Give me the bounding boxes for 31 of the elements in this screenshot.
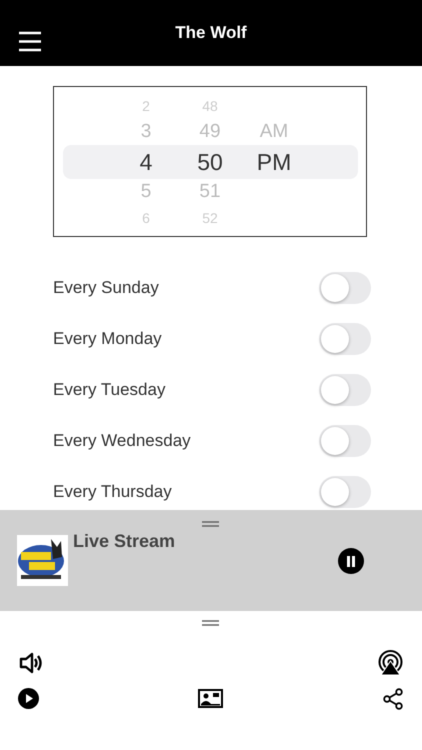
picker-value[interactable]: 51: [199, 177, 221, 207]
picker-value[interactable]: 3: [140, 117, 152, 147]
pause-button[interactable]: [338, 548, 364, 574]
mini-player[interactable]: Live Stream: [0, 510, 422, 611]
picker-value[interactable]: PM: [256, 147, 292, 177]
drag-handle-icon[interactable]: [202, 620, 219, 626]
share-icon[interactable]: [383, 688, 403, 710]
airplay-icon[interactable]: [377, 650, 404, 676]
drag-handle-icon[interactable]: [202, 521, 219, 527]
toggle-switch[interactable]: [319, 272, 371, 304]
day-label: Every Thursday: [53, 482, 172, 502]
day-label: Every Wednesday: [53, 430, 191, 450]
volume-icon[interactable]: [19, 651, 44, 675]
header-title: The Wolf: [175, 23, 247, 43]
pause-icon: [346, 556, 356, 566]
picker-value[interactable]: 49: [199, 117, 221, 147]
day-label: Every Tuesday: [53, 380, 166, 400]
toggle-switch[interactable]: [319, 476, 371, 508]
picker-value[interactable]: 50: [197, 147, 223, 177]
toggle-switch[interactable]: [319, 424, 371, 456]
day-label: Every Sunday: [53, 278, 159, 298]
toggle-switch[interactable]: [319, 322, 371, 354]
toggle-switch[interactable]: [319, 374, 371, 406]
picker-value[interactable]: 4: [140, 147, 152, 177]
picker-value[interactable]: AM: [260, 117, 288, 147]
stream-title: Live Stream: [73, 531, 176, 552]
picker-value[interactable]: 5: [140, 177, 152, 207]
contact-card-icon[interactable]: [198, 689, 223, 708]
play-button[interactable]: [18, 688, 39, 709]
day-label: Every Monday: [53, 328, 162, 348]
menu-icon[interactable]: [18, 31, 42, 52]
